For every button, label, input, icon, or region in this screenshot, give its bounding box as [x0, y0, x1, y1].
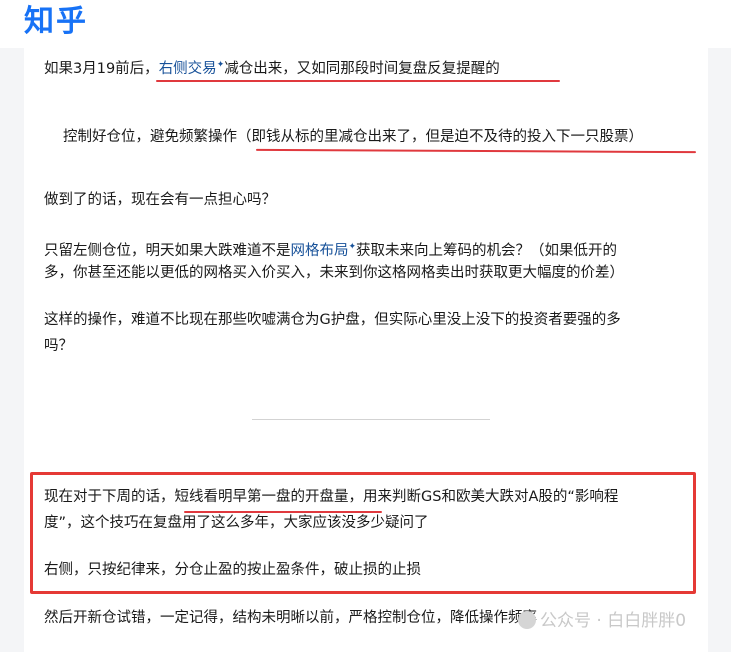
box-line-3: 右侧，只按纪律来，分仓止盈的按止盈条件，破止损的止损: [44, 562, 421, 578]
wechat-icon: [518, 611, 536, 629]
link-right-side-trading[interactable]: 右侧交易: [159, 61, 217, 77]
top-bar: 知乎: [0, 0, 731, 48]
zhihu-logo[interactable]: 知乎: [24, 4, 88, 40]
paragraph-line-2: 控制好仓位，避免频繁操作（即钱从标的里减仓出来了，但是迫不及待的投入下一只股票）: [63, 129, 643, 145]
section-divider: [252, 419, 490, 420]
paragraph-line-7: 吗？: [44, 338, 73, 354]
paragraph-line-1: 如果3月19前后，右侧交易✦减仓出来，又如同那段时间复盘反复提醒的: [44, 60, 500, 77]
watermark: 公众号 · 白白胖胖0: [518, 606, 686, 631]
paragraph-line-6: 这样的操作，难道不比现在那些吹嘘满仓为G护盘，但实际心里没上没下的投资者要强的多: [44, 312, 621, 328]
paragraph-line-3: 做到了的话，现在会有一点担心吗？: [44, 192, 276, 208]
box-line-1: 现在对于下周的话，短线看明早第一盘的开盘量，用来判断GS和欧美大跌对A股的“影响…: [44, 489, 619, 505]
paragraph-line-8: 然后开新仓试错，一定记得，结构未明晰以前，严格控制仓位，降低操作频率: [44, 610, 537, 626]
spark-icon: ✦: [348, 242, 357, 252]
link-grid-layout[interactable]: 网格布局: [291, 243, 349, 259]
red-underline-1: [156, 80, 560, 82]
paragraph-line-5: 多，你甚至还能以更低的网格买入价买入，未来到你这格网格卖出时获取更大幅度的价差）: [44, 265, 624, 281]
box-line-2: 度”，这个技巧在复盘用了这么多年，大家应该没多少疑问了: [44, 515, 429, 531]
